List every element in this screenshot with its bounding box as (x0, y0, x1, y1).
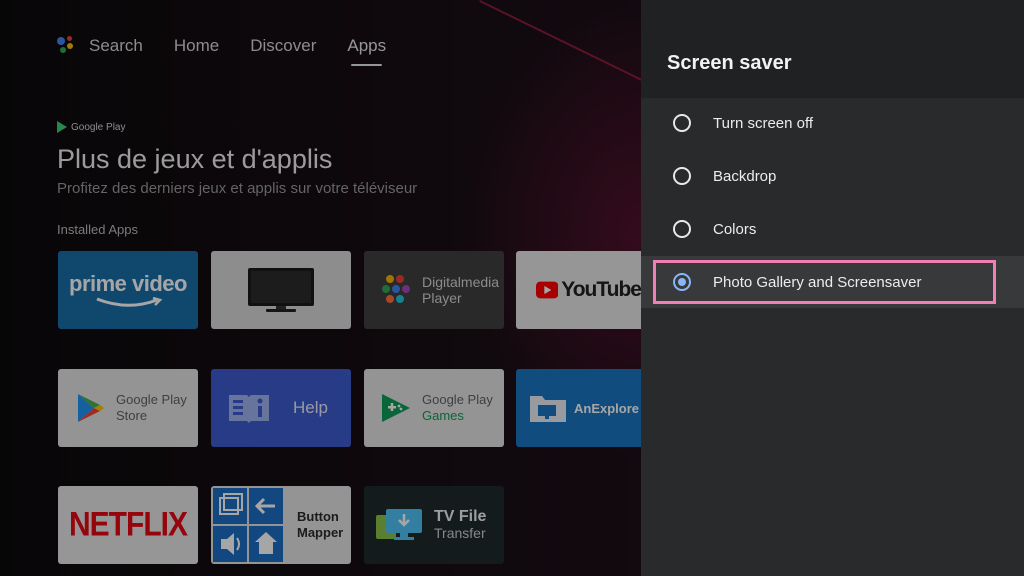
option-turn-screen-off[interactable]: Turn screen off (641, 97, 1024, 149)
option-label: Turn screen off (713, 114, 814, 132)
panel-header: Screen saver (641, 0, 1024, 98)
option-colors[interactable]: Colors (641, 203, 1024, 255)
background-dim-overlay (0, 0, 641, 576)
focus-highlight (653, 260, 996, 304)
panel-title: Screen saver (667, 52, 792, 74)
radio-button-icon[interactable] (673, 220, 691, 238)
option-label: Colors (713, 220, 757, 238)
radio-button-icon[interactable] (673, 167, 691, 185)
option-backdrop[interactable]: Backdrop (641, 150, 1024, 202)
radio-button-icon[interactable] (673, 114, 691, 132)
option-label: Backdrop (713, 167, 777, 185)
